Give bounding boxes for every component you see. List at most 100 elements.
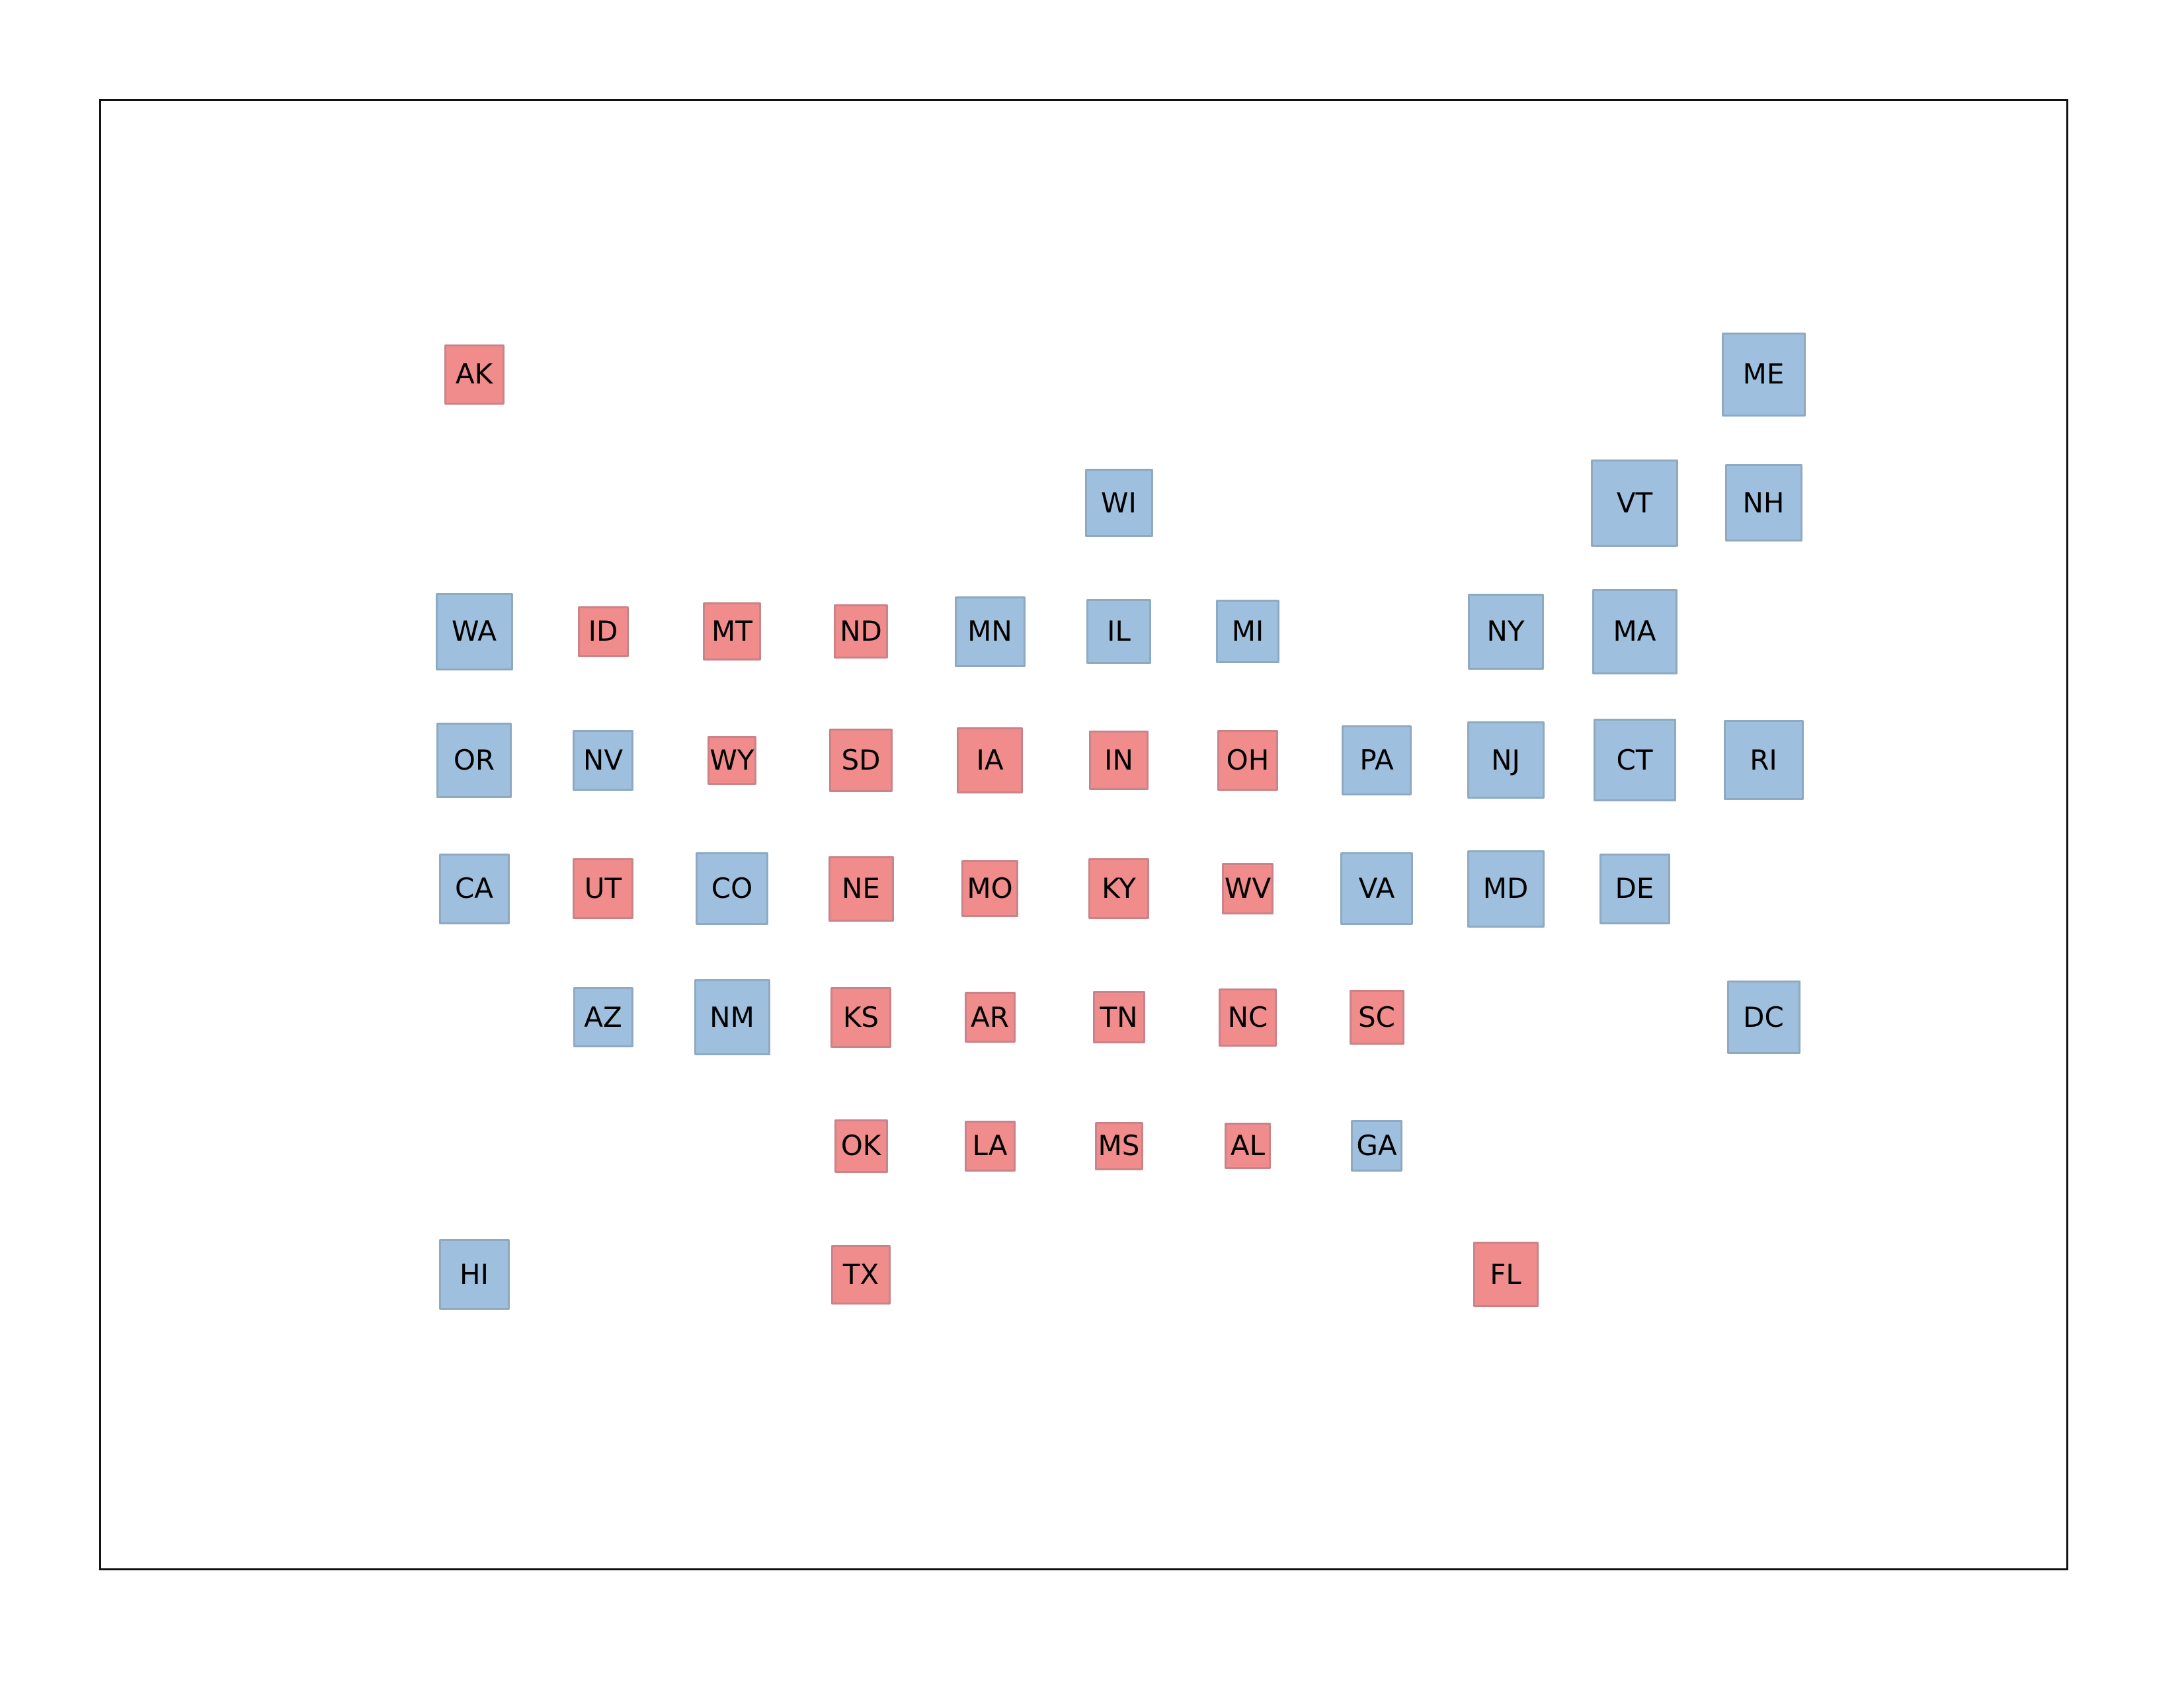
state-label: MT — [711, 615, 752, 647]
state-label: AL — [1230, 1129, 1266, 1162]
state-tile-or: OR — [436, 722, 512, 798]
state-tile-tn: TN — [1092, 991, 1145, 1043]
state-label: MI — [1231, 615, 1264, 647]
map-frame — [99, 99, 2068, 1570]
state-tile-ny: NY — [1467, 593, 1544, 670]
state-label: ME — [1742, 358, 1785, 390]
state-tile-tx: TX — [831, 1244, 891, 1305]
state-label: DE — [1615, 872, 1654, 904]
state-tile-co: CO — [696, 852, 768, 925]
state-tile-me: ME — [1721, 332, 1806, 417]
state-tile-ut: UT — [573, 858, 633, 919]
state-label: NM — [709, 1000, 754, 1033]
state-label: NV — [583, 743, 624, 776]
state-label: LA — [972, 1129, 1008, 1162]
state-label: OR — [453, 743, 495, 776]
state-label: RI — [1750, 743, 1777, 776]
state-tile-nj: NJ — [1467, 721, 1545, 799]
state-label: MN — [967, 615, 1012, 647]
state-label: KY — [1102, 872, 1136, 904]
state-label: TN — [1100, 1000, 1138, 1033]
state-label: NE — [842, 872, 880, 904]
state-tile-ok: OK — [834, 1119, 888, 1173]
state-label: AZ — [584, 1000, 622, 1033]
state-label: OK — [840, 1129, 881, 1162]
state-tile-fl: FL — [1473, 1242, 1539, 1307]
state-label: WV — [1224, 872, 1272, 904]
state-tile-al: AL — [1225, 1123, 1271, 1169]
state-label: MO — [967, 872, 1013, 904]
state-tile-ak: AK — [444, 344, 505, 405]
state-label: GA — [1356, 1129, 1397, 1162]
state-tile-va: VA — [1340, 852, 1413, 925]
state-tile-wy: WY — [708, 735, 756, 785]
state-label: SD — [841, 743, 881, 776]
state-label: AK — [455, 358, 493, 390]
state-label: NC — [1227, 1000, 1268, 1033]
state-label: WI — [1101, 486, 1137, 519]
state-tile-ga: GA — [1351, 1120, 1402, 1172]
state-label: CO — [711, 872, 753, 904]
state-tile-il: IL — [1086, 599, 1151, 664]
state-tile-wv: WV — [1222, 863, 1274, 914]
state-label: TX — [842, 1258, 879, 1291]
state-tile-oh: OH — [1217, 729, 1278, 791]
state-label: IN — [1104, 743, 1133, 776]
state-tile-ri: RI — [1723, 720, 1804, 800]
state-tile-ia: IA — [957, 727, 1023, 793]
state-tile-de: DE — [1599, 853, 1670, 924]
state-label: IA — [976, 743, 1004, 776]
state-tile-sc: SC — [1349, 990, 1404, 1045]
state-label: OH — [1226, 743, 1270, 776]
state-label: AR — [971, 1000, 1009, 1033]
state-tile-pa: PA — [1342, 725, 1412, 795]
state-label: NJ — [1491, 743, 1520, 776]
state-tile-nd: ND — [834, 604, 888, 659]
state-tile-ms: MS — [1094, 1121, 1143, 1170]
state-label: ND — [840, 615, 882, 647]
state-tile-nc: NC — [1219, 988, 1277, 1047]
state-label: DC — [1743, 1000, 1784, 1033]
state-tile-wa: WA — [435, 592, 513, 670]
state-label: CA — [454, 872, 494, 904]
state-label: PA — [1359, 743, 1394, 776]
state-label: WY — [709, 743, 754, 776]
state-tile-ar: AR — [964, 992, 1016, 1043]
state-tile-nh: NH — [1724, 464, 1802, 542]
state-label: IL — [1107, 615, 1131, 647]
state-tile-nm: NM — [694, 979, 770, 1055]
state-tile-az: AZ — [573, 987, 633, 1047]
state-tile-la: LA — [964, 1120, 1016, 1172]
state-label: VT — [1616, 486, 1653, 519]
state-label: MD — [1482, 872, 1529, 904]
state-label: ID — [588, 615, 618, 647]
state-label: WA — [452, 615, 497, 647]
state-label: NY — [1486, 615, 1525, 647]
state-tile-id: ID — [577, 606, 629, 657]
state-tile-in: IN — [1089, 730, 1149, 790]
state-tile-sd: SD — [829, 728, 893, 792]
state-tile-ma: MA — [1592, 588, 1678, 674]
state-label: KS — [842, 1000, 879, 1033]
state-label: NH — [1742, 486, 1785, 519]
state-tile-ne: NE — [828, 856, 894, 922]
state-label: MA — [1613, 615, 1656, 647]
state-tile-ks: KS — [830, 986, 891, 1048]
state-tile-hi: HI — [438, 1239, 510, 1310]
state-label: SC — [1358, 1000, 1395, 1033]
state-tile-vt: VT — [1591, 459, 1678, 547]
state-tile-mt: MT — [703, 602, 761, 661]
state-label: UT — [584, 872, 622, 904]
state-tile-ca: CA — [438, 853, 510, 924]
state-label: HI — [460, 1258, 489, 1291]
state-label: VA — [1358, 872, 1395, 904]
state-tile-mo: MO — [961, 860, 1018, 917]
state-tile-ky: KY — [1088, 858, 1149, 919]
state-label: FL — [1490, 1258, 1521, 1291]
state-tile-mn: MN — [954, 596, 1026, 667]
state-tile-mi: MI — [1216, 600, 1279, 663]
state-tile-nv: NV — [573, 729, 633, 791]
state-tile-wi: WI — [1084, 469, 1153, 537]
state-tile-ct: CT — [1593, 719, 1676, 801]
state-tile-md: MD — [1467, 850, 1545, 928]
